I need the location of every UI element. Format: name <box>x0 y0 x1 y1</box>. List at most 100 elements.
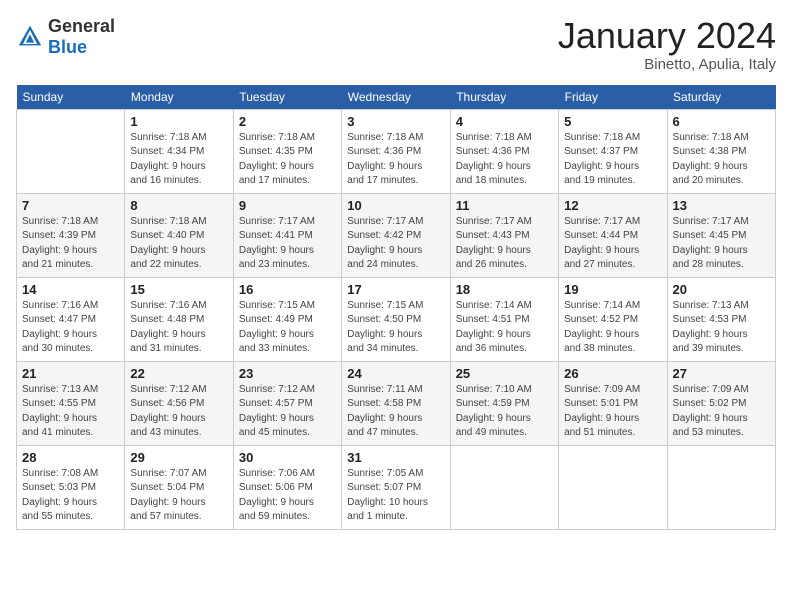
day-number: 18 <box>456 282 553 297</box>
table-row: 6Sunrise: 7:18 AM Sunset: 4:38 PM Daylig… <box>667 109 775 193</box>
day-number: 8 <box>130 198 227 213</box>
table-row <box>667 445 775 529</box>
day-number: 25 <box>456 366 553 381</box>
day-info: Sunrise: 7:16 AM Sunset: 4:47 PM Dayligh… <box>22 299 119 357</box>
table-row <box>559 445 667 529</box>
day-info: Sunrise: 7:09 AM Sunset: 5:01 PM Dayligh… <box>564 383 661 441</box>
day-info: Sunrise: 7:08 AM Sunset: 5:03 PM Dayligh… <box>22 467 119 525</box>
table-row: 29Sunrise: 7:07 AM Sunset: 5:04 PM Dayli… <box>125 445 233 529</box>
col-tuesday: Tuesday <box>233 85 341 110</box>
table-row: 9Sunrise: 7:17 AM Sunset: 4:41 PM Daylig… <box>233 193 341 277</box>
col-wednesday: Wednesday <box>342 85 450 110</box>
day-number: 10 <box>347 198 444 213</box>
day-info: Sunrise: 7:13 AM Sunset: 4:55 PM Dayligh… <box>22 383 119 441</box>
day-info: Sunrise: 7:17 AM Sunset: 4:45 PM Dayligh… <box>673 215 770 273</box>
calendar-week-row: 1 Sunrise: 7:18 AM Sunset: 4:34 PM Daylig… <box>17 109 776 193</box>
table-row: 20Sunrise: 7:13 AM Sunset: 4:53 PM Dayli… <box>667 277 775 361</box>
day-number: 11 <box>456 198 553 213</box>
table-row: 2 Sunrise: 7:18 AM Sunset: 4:35 PM Daylig… <box>233 109 341 193</box>
day-number: 28 <box>22 450 119 465</box>
day-number: 16 <box>239 282 336 297</box>
day-number: 3 <box>347 114 444 129</box>
day-info: Sunrise: 7:15 AM Sunset: 4:49 PM Dayligh… <box>239 299 336 357</box>
table-row: 24 Sunrise: 7:11 AM Sunset: 4:58 PM Dayli… <box>342 361 450 445</box>
logo-icon <box>16 23 44 51</box>
logo-text-blue: Blue <box>48 37 87 57</box>
day-number: 7 <box>22 198 119 213</box>
table-row: 13 Sunrise: 7:17 AM Sunset: 4:45 PM Dayli… <box>667 193 775 277</box>
day-number: 24 <box>347 366 444 381</box>
table-row: 22 Sunrise: 7:12 AM Sunset: 4:56 PM Dayli… <box>125 361 233 445</box>
day-info: Sunrise: 7:18 AM Sunset: 4:35 PM Dayligh… <box>239 131 336 189</box>
day-info: Sunrise: 7:14 AM Sunset: 4:51 PM Dayligh… <box>456 299 553 357</box>
table-row: 25 Sunrise: 7:10 AM Sunset: 4:59 PM Dayli… <box>450 361 558 445</box>
day-number: 23 <box>239 366 336 381</box>
table-row: 17 Sunrise: 7:15 AM Sunset: 4:50 PM Dayli… <box>342 277 450 361</box>
calendar-table: Sunday Monday Tuesday Wednesday Thursday… <box>16 85 776 530</box>
day-number: 5 <box>564 114 661 129</box>
day-info: Sunrise: 7:18 AM Sunset: 4:39 PM Dayligh… <box>22 215 119 273</box>
col-thursday: Thursday <box>450 85 558 110</box>
day-number: 29 <box>130 450 227 465</box>
day-number: 1 <box>130 114 227 129</box>
day-number: 14 <box>22 282 119 297</box>
table-row: 19 Sunrise: 7:14 AM Sunset: 4:52 PM Dayli… <box>559 277 667 361</box>
calendar-week-row: 7 Sunrise: 7:18 AM Sunset: 4:39 PM Daylig… <box>17 193 776 277</box>
table-row: 15Sunrise: 7:16 AM Sunset: 4:48 PM Dayli… <box>125 277 233 361</box>
col-saturday: Saturday <box>667 85 775 110</box>
col-monday: Monday <box>125 85 233 110</box>
table-row: 8 Sunrise: 7:18 AM Sunset: 4:40 PM Daylig… <box>125 193 233 277</box>
day-info: Sunrise: 7:18 AM Sunset: 4:37 PM Dayligh… <box>564 131 661 189</box>
day-number: 6 <box>673 114 770 129</box>
day-info: Sunrise: 7:09 AM Sunset: 5:02 PM Dayligh… <box>673 383 770 441</box>
col-sunday: Sunday <box>17 85 125 110</box>
day-number: 19 <box>564 282 661 297</box>
calendar-header-row: Sunday Monday Tuesday Wednesday Thursday… <box>17 85 776 110</box>
table-row: 3 Sunrise: 7:18 AM Sunset: 4:36 PM Daylig… <box>342 109 450 193</box>
table-row: 28 Sunrise: 7:08 AM Sunset: 5:03 PM Dayli… <box>17 445 125 529</box>
day-number: 17 <box>347 282 444 297</box>
day-info: Sunrise: 7:10 AM Sunset: 4:59 PM Dayligh… <box>456 383 553 441</box>
day-number: 22 <box>130 366 227 381</box>
table-row: 30 Sunrise: 7:06 AM Sunset: 5:06 PM Dayli… <box>233 445 341 529</box>
day-info: Sunrise: 7:11 AM Sunset: 4:58 PM Dayligh… <box>347 383 444 441</box>
day-number: 26 <box>564 366 661 381</box>
calendar-week-row: 14 Sunrise: 7:16 AM Sunset: 4:47 PM Dayli… <box>17 277 776 361</box>
day-number: 2 <box>239 114 336 129</box>
day-number: 31 <box>347 450 444 465</box>
day-number: 30 <box>239 450 336 465</box>
table-row: 11Sunrise: 7:17 AM Sunset: 4:43 PM Dayli… <box>450 193 558 277</box>
table-row: 21Sunrise: 7:13 AM Sunset: 4:55 PM Dayli… <box>17 361 125 445</box>
table-row <box>450 445 558 529</box>
day-number: 13 <box>673 198 770 213</box>
table-row: 4Sunrise: 7:18 AM Sunset: 4:36 PM Daylig… <box>450 109 558 193</box>
day-info: Sunrise: 7:17 AM Sunset: 4:42 PM Dayligh… <box>347 215 444 273</box>
day-info: Sunrise: 7:05 AM Sunset: 5:07 PM Dayligh… <box>347 467 444 525</box>
day-info: Sunrise: 7:14 AM Sunset: 4:52 PM Dayligh… <box>564 299 661 357</box>
day-info: Sunrise: 7:18 AM Sunset: 4:40 PM Dayligh… <box>130 215 227 273</box>
calendar-week-row: 21Sunrise: 7:13 AM Sunset: 4:55 PM Dayli… <box>17 361 776 445</box>
day-number: 12 <box>564 198 661 213</box>
day-info: Sunrise: 7:18 AM Sunset: 4:36 PM Dayligh… <box>347 131 444 189</box>
table-row: 26 Sunrise: 7:09 AM Sunset: 5:01 PM Dayli… <box>559 361 667 445</box>
table-row: 10 Sunrise: 7:17 AM Sunset: 4:42 PM Dayli… <box>342 193 450 277</box>
day-info: Sunrise: 7:17 AM Sunset: 4:44 PM Dayligh… <box>564 215 661 273</box>
day-number: 4 <box>456 114 553 129</box>
day-info: Sunrise: 7:13 AM Sunset: 4:53 PM Dayligh… <box>673 299 770 357</box>
day-info: Sunrise: 7:15 AM Sunset: 4:50 PM Dayligh… <box>347 299 444 357</box>
table-row: 14 Sunrise: 7:16 AM Sunset: 4:47 PM Dayli… <box>17 277 125 361</box>
day-info: Sunrise: 7:18 AM Sunset: 4:34 PM Dayligh… <box>130 131 227 189</box>
title-block: January 2024 Binetto, Apulia, Italy <box>558 16 776 73</box>
page-header: General Blue January 2024 Binetto, Apuli… <box>16 16 776 73</box>
table-row: 5 Sunrise: 7:18 AM Sunset: 4:37 PM Daylig… <box>559 109 667 193</box>
location-subtitle: Binetto, Apulia, Italy <box>558 56 776 73</box>
month-title: January 2024 <box>558 16 776 56</box>
day-number: 15 <box>130 282 227 297</box>
table-row: 27Sunrise: 7:09 AM Sunset: 5:02 PM Dayli… <box>667 361 775 445</box>
table-row: 23Sunrise: 7:12 AM Sunset: 4:57 PM Dayli… <box>233 361 341 445</box>
table-row: 16 Sunrise: 7:15 AM Sunset: 4:49 PM Dayli… <box>233 277 341 361</box>
day-info: Sunrise: 7:06 AM Sunset: 5:06 PM Dayligh… <box>239 467 336 525</box>
day-info: Sunrise: 7:12 AM Sunset: 4:56 PM Dayligh… <box>130 383 227 441</box>
logo: General Blue <box>16 16 115 58</box>
calendar-week-row: 28 Sunrise: 7:08 AM Sunset: 5:03 PM Dayli… <box>17 445 776 529</box>
